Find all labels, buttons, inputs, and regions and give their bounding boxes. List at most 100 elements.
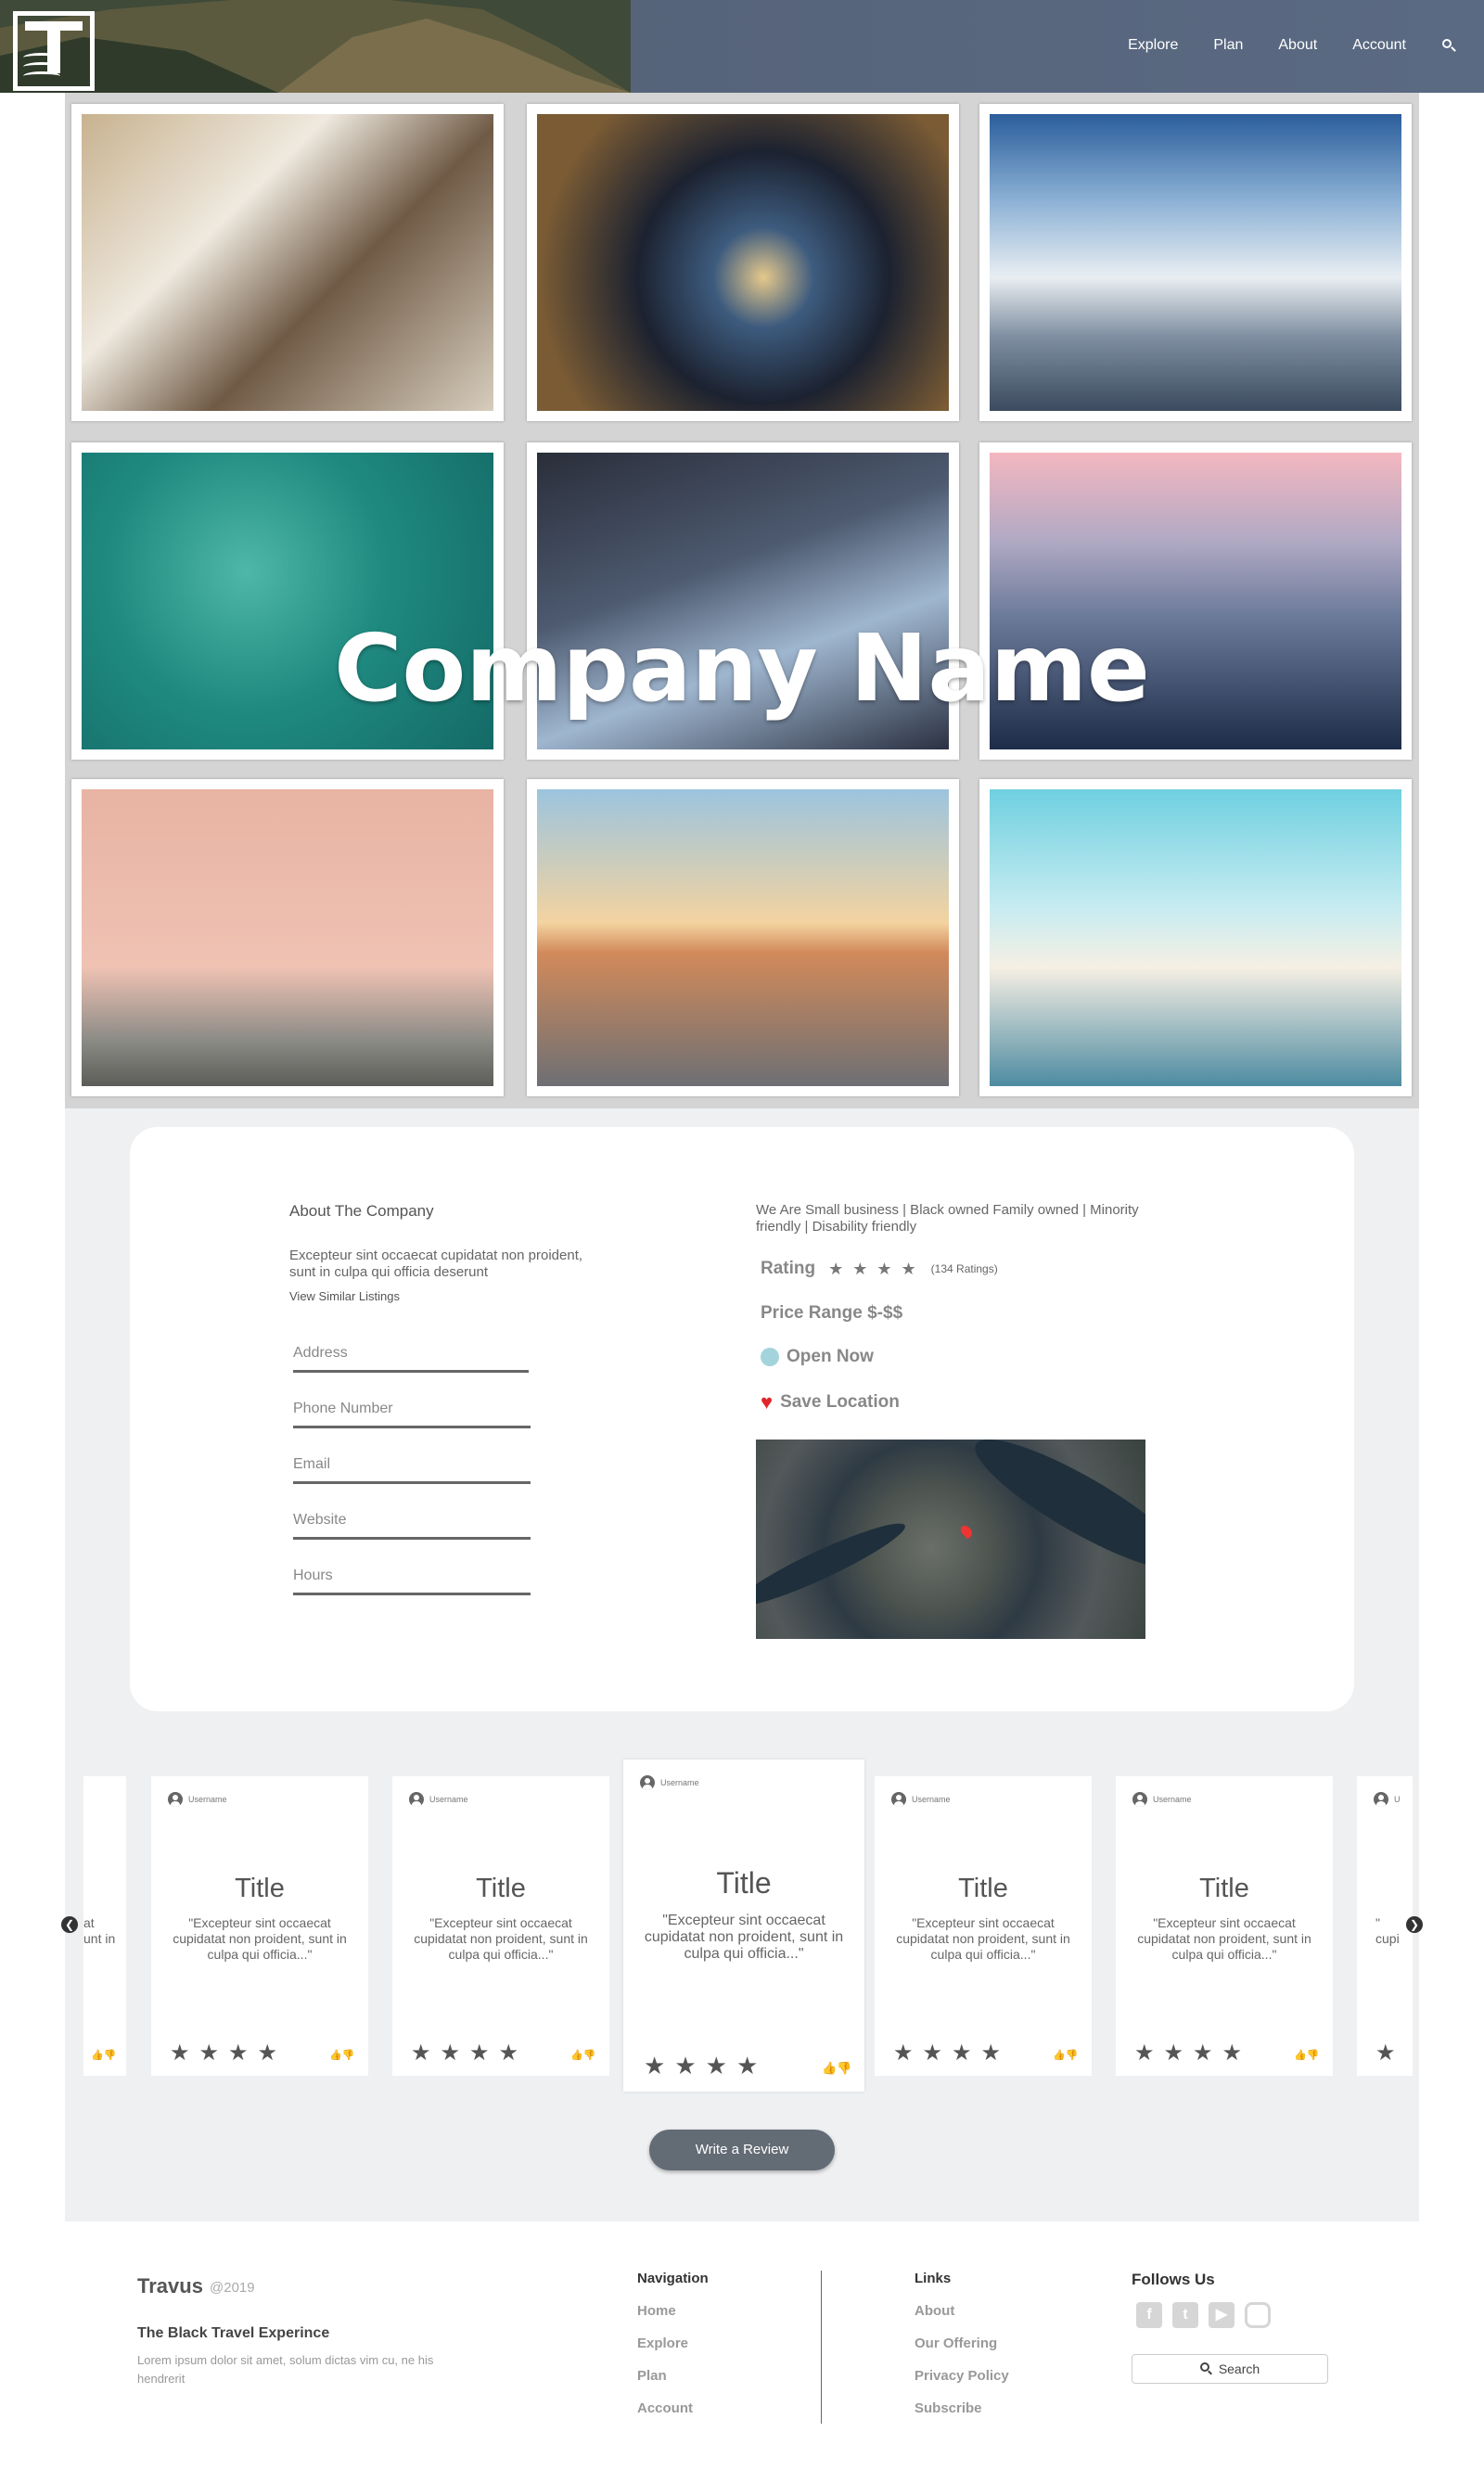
star-icon: ★ (705, 2052, 727, 2080)
footer-link-offering[interactable]: Our Offering (915, 2336, 997, 2351)
review-card-partial-right[interactable]: U " cupi ★ (1357, 1776, 1413, 2076)
nav-account[interactable]: Account (1352, 37, 1406, 54)
username: U (1394, 1795, 1401, 1804)
save-location-button[interactable]: ♥ Save Location (761, 1390, 900, 1414)
review-card[interactable]: Username Title "Excepteur sint occaecat … (875, 1776, 1092, 2076)
footer-link-account[interactable]: Account (637, 2400, 693, 2416)
location-map[interactable] (756, 1440, 1145, 1639)
user-avatar-icon (640, 1775, 655, 1790)
gallery-photo-building[interactable] (71, 779, 504, 1096)
review-user: Username (640, 1775, 699, 1790)
footer-link-about[interactable]: About (915, 2303, 954, 2319)
main-nav: Explore Plan About Account (1128, 37, 1456, 54)
footer-description: Lorem ipsum dolor sit amet, solum dictas… (137, 2353, 434, 2386)
star-icon: ★ (980, 2041, 1002, 2066)
review-stars: ★ ★ ★ ★ (893, 2040, 1001, 2067)
gallery-photo-ramen[interactable] (527, 104, 959, 421)
star-icon: ★ (257, 2041, 278, 2066)
rating-label: Rating (761, 1259, 816, 1278)
review-stars: ★ ★ ★ ★ (1134, 2040, 1242, 2067)
view-similar-link[interactable]: View Similar Listings (289, 1289, 400, 1303)
review-user: Username (409, 1792, 468, 1807)
gallery-photo-laptop[interactable] (71, 104, 504, 421)
email-field[interactable]: Email (293, 1456, 531, 1484)
review-quote: "Excepteur sint occaecat cupidatat non p… (644, 1913, 844, 1962)
review-user: Username (891, 1792, 951, 1807)
rating-row: Rating ★ ★ ★ ★ (134 Ratings) (761, 1259, 998, 1279)
nav-about[interactable]: About (1278, 37, 1317, 54)
map-pin-icon (958, 1523, 975, 1540)
search-icon (1199, 2362, 1213, 2375)
nav-explore[interactable]: Explore (1128, 37, 1178, 54)
footer-link-privacy[interactable]: Privacy Policy (915, 2368, 1009, 2384)
vote-icons[interactable]: 👍👎 (1053, 2049, 1078, 2061)
footer-search-button[interactable]: Search (1132, 2354, 1328, 2384)
logo[interactable] (13, 11, 95, 91)
vote-icons[interactable]: 👍👎 (570, 2049, 595, 2061)
star-icon: ★ (198, 2041, 220, 2066)
username: Username (188, 1795, 227, 1804)
vote-icons[interactable]: 👍👎 (1294, 2049, 1319, 2061)
review-card[interactable]: Username Title "Excepteur sint occaecat … (151, 1776, 368, 2076)
social-links: f t ▶ (1136, 2302, 1271, 2328)
business-tags: We Are Small business | Black owned Fami… (756, 1202, 1139, 1235)
review-title: Title (235, 1874, 285, 1903)
carousel-next-arrow-icon[interactable]: ❯ (1406, 1916, 1423, 1933)
star-icon: ★ (876, 1259, 892, 1278)
footer-brand[interactable]: Travus (137, 2274, 203, 2298)
username: Username (429, 1795, 468, 1804)
review-card[interactable]: Username Title "Excepteur sint occaecat … (1116, 1776, 1333, 2076)
phone-field[interactable]: Phone Number (293, 1401, 531, 1428)
footer-link-subscribe[interactable]: Subscribe (915, 2400, 982, 2416)
footer-link-explore[interactable]: Explore (637, 2336, 688, 2351)
review-card[interactable]: Username Title "Excepteur sint occaecat … (392, 1776, 609, 2076)
nav-plan[interactable]: Plan (1213, 37, 1243, 54)
company-name: Company Name (334, 614, 1150, 723)
footer-year: @2019 (210, 2280, 255, 2296)
youtube-icon[interactable]: ▶ (1209, 2302, 1235, 2328)
star-icon: ★ (828, 1259, 844, 1278)
user-avatar-icon (891, 1792, 906, 1807)
open-status-label: Open Now (787, 1347, 874, 1366)
facebook-icon[interactable]: f (1136, 2302, 1162, 2328)
gallery-photo-airplane[interactable] (979, 104, 1412, 421)
star-icon: ★ (1375, 2041, 1396, 2066)
address-field[interactable]: Address (293, 1345, 529, 1373)
heart-icon: ♥ (761, 1390, 774, 1414)
review-quote: "Excepteur sint occaecat cupidatat non p… (1137, 1915, 1311, 1962)
footer-link-home[interactable]: Home (637, 2303, 676, 2319)
star-icon: ★ (469, 2041, 490, 2066)
star-icon: ★ (901, 1259, 916, 1278)
star-icon: ★ (893, 2041, 914, 2066)
review-card-partial-left[interactable]: at unt in 👍👎 (83, 1776, 126, 2076)
review-title: Title (958, 1874, 1008, 1903)
write-review-button[interactable]: Write a Review (649, 2130, 835, 2170)
website-field[interactable]: Website (293, 1512, 531, 1540)
vote-icons[interactable]: 👍👎 (822, 2061, 851, 2076)
star-icon: ★ (1134, 2041, 1155, 2066)
carousel-prev-arrow-icon[interactable]: ❮ (61, 1916, 78, 1933)
footer-tagline: The Black Travel Experince (137, 2325, 330, 2341)
star-icon: ★ (852, 1259, 868, 1278)
footer-nav-title: Navigation (637, 2271, 709, 2286)
gallery-photo-airport[interactable] (979, 779, 1412, 1096)
star-icon: ★ (1163, 2041, 1184, 2066)
gallery-photo-eiffel[interactable] (527, 779, 959, 1096)
review-title: Title (716, 1866, 772, 1900)
twitter-icon[interactable]: t (1172, 2302, 1198, 2328)
review-quote: "Excepteur sint occaecat cupidatat non p… (896, 1915, 1070, 1962)
user-avatar-icon (1374, 1792, 1388, 1807)
vote-icons[interactable]: 👍👎 (91, 2049, 116, 2061)
hours-field[interactable]: Hours (293, 1568, 531, 1595)
footer-link-plan[interactable]: Plan (637, 2368, 667, 2384)
reviews-carousel: at unt in 👍👎 Username Title "Excepteur s… (65, 1758, 1419, 2110)
review-user: U (1374, 1792, 1401, 1807)
review-user: Username (1132, 1792, 1192, 1807)
search-icon[interactable] (1441, 38, 1456, 53)
vote-icons[interactable]: 👍👎 (329, 2049, 354, 2061)
open-status: Open Now (761, 1347, 874, 1367)
star-icon: ★ (498, 2041, 519, 2066)
review-quote: "Excepteur sint occaecat cupidatat non p… (173, 1915, 347, 1962)
instagram-icon[interactable] (1245, 2302, 1271, 2328)
review-card-featured[interactable]: Username Title "Excepteur sint occaecat … (623, 1760, 864, 2092)
